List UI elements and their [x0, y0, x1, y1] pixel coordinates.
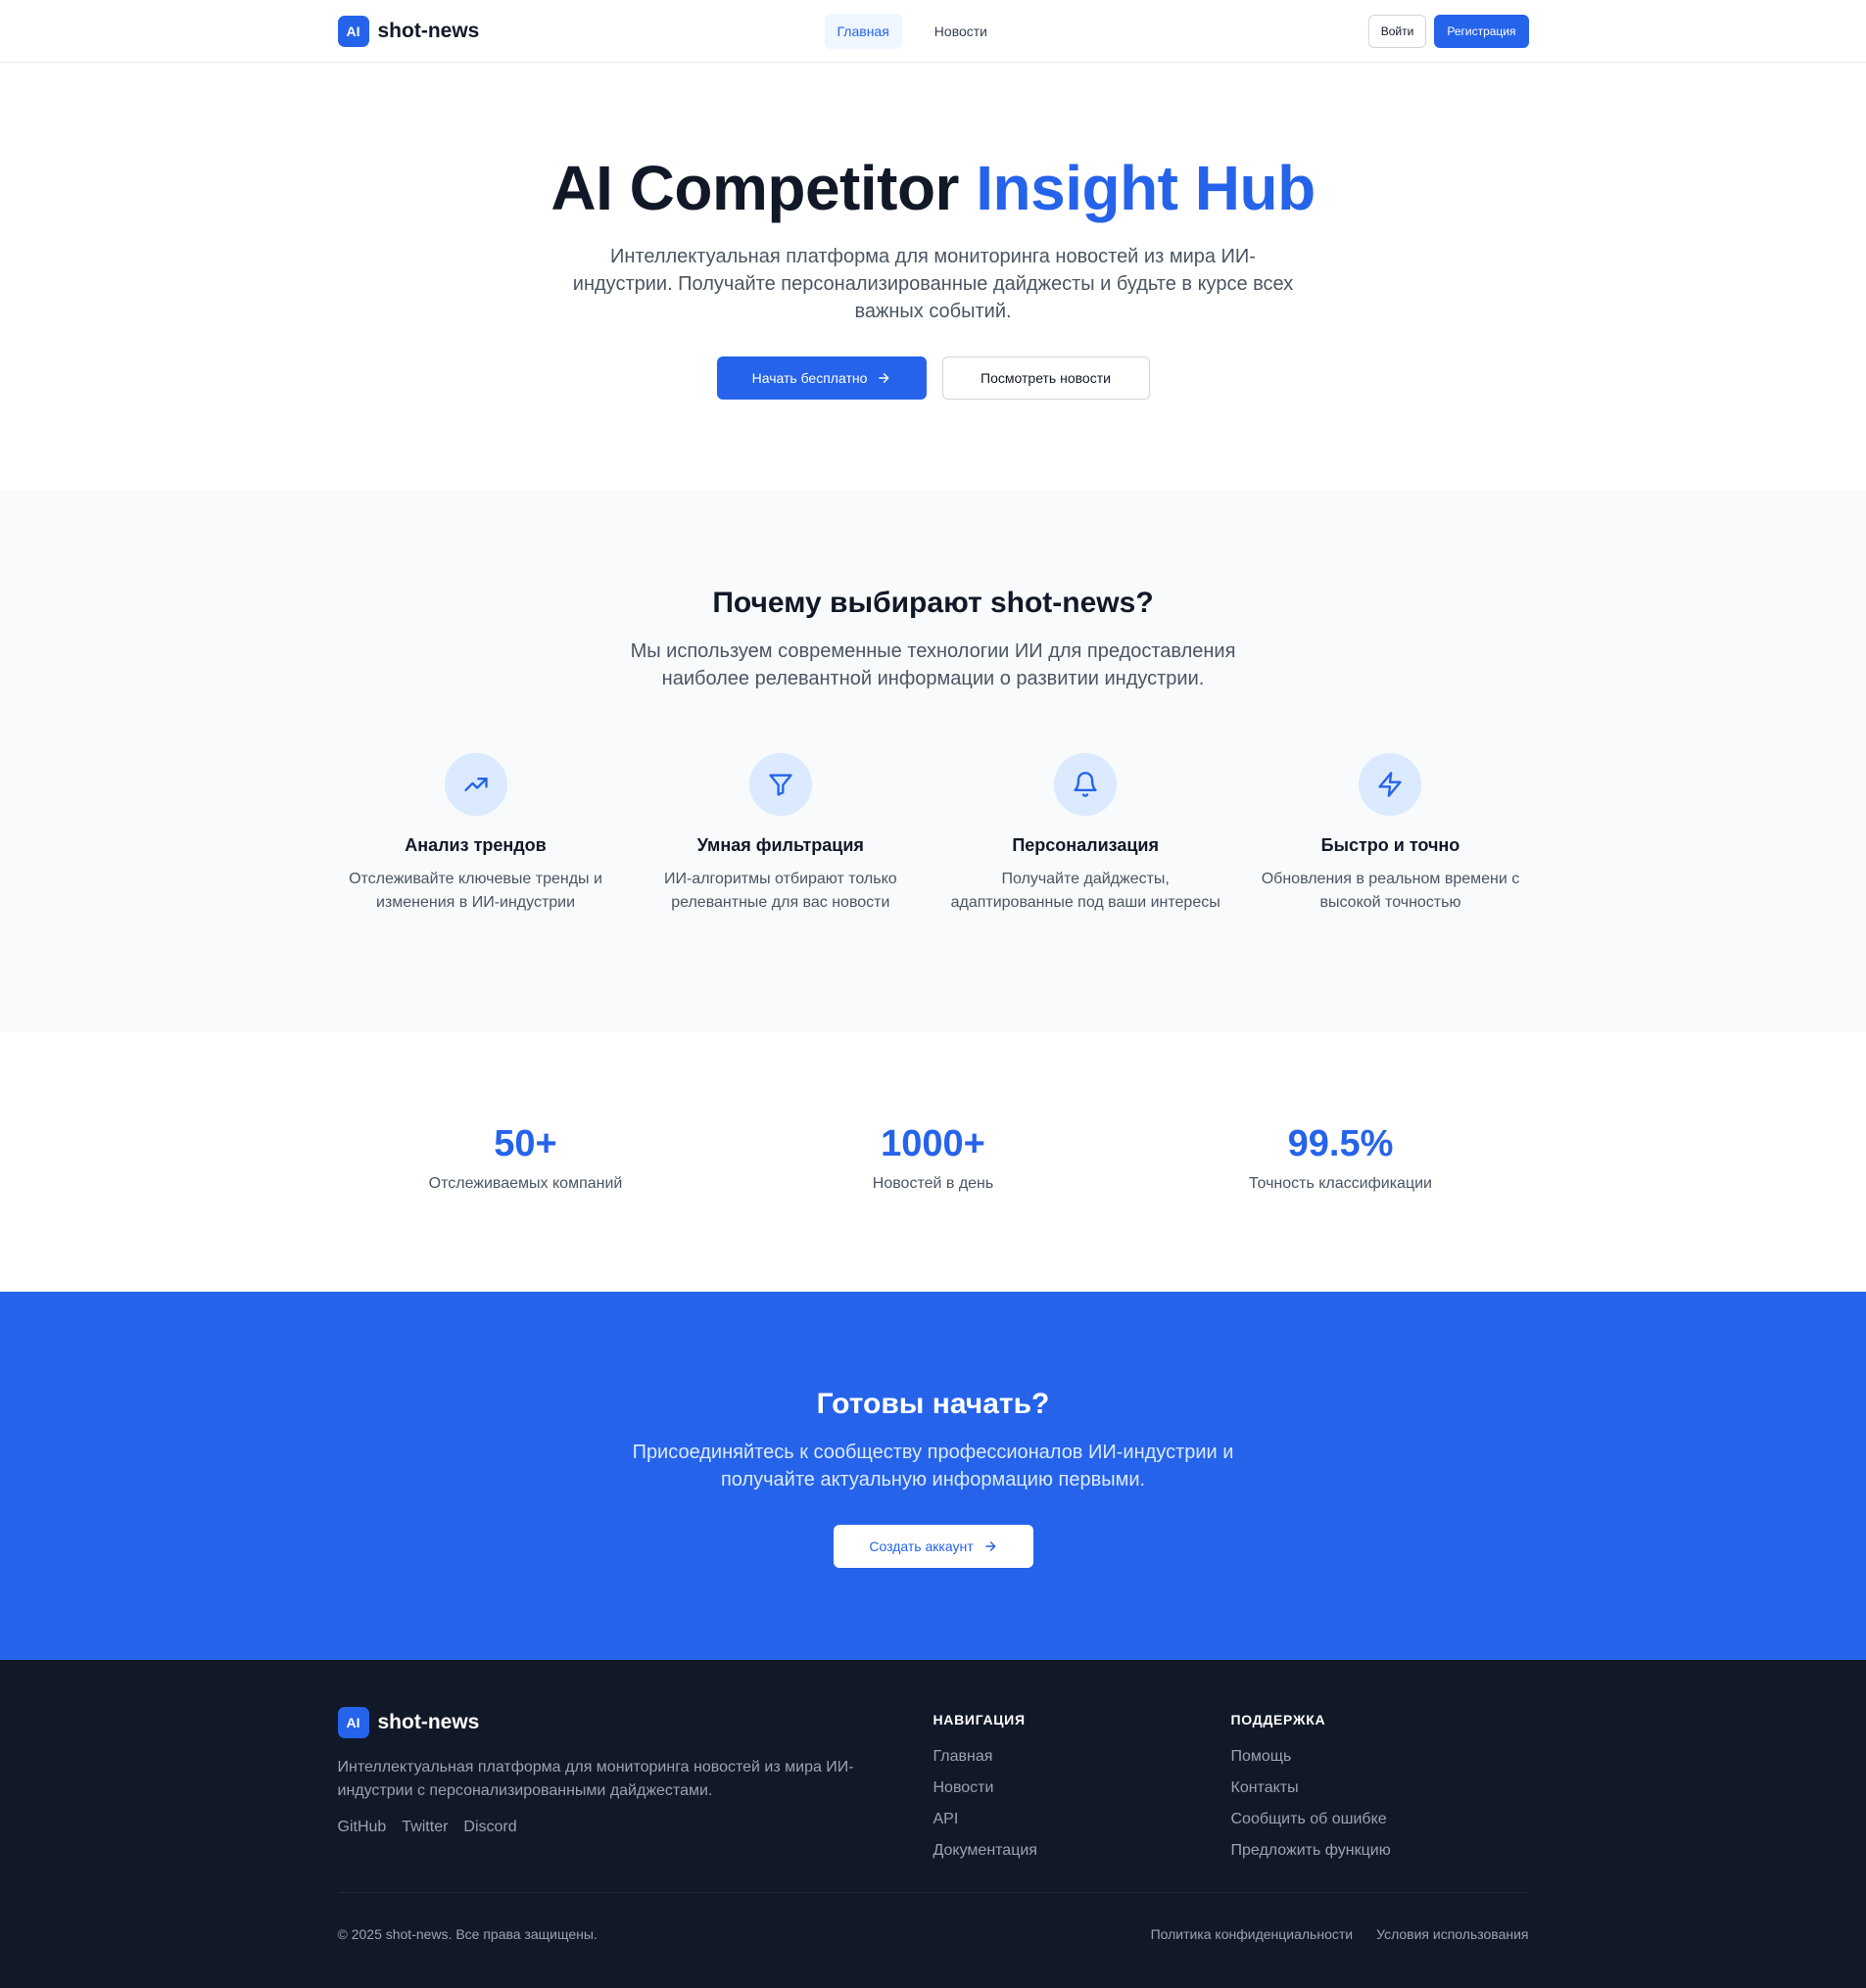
feature-card: Анализ трендов Отслеживайте ключевые тре…	[338, 753, 614, 915]
nav-item-news[interactable]: Новости	[922, 14, 1000, 49]
arrow-right-icon	[984, 1541, 996, 1551]
stat-value: 1000+	[881, 1123, 985, 1164]
footer-bottom: © 2025 shot-news. Все права защищены. По…	[337, 1892, 1529, 1947]
privacy-policy-link[interactable]: Политика конфиденциальности	[1151, 1926, 1354, 1942]
hero-description: Интеллектуальная платформа для мониторин…	[572, 246, 1294, 322]
hero-title-accent: Insight Hub	[976, 153, 1316, 223]
feature-title: Быстро и точно	[1320, 835, 1460, 855]
features-title: Почему выбирают shot-news?	[712, 587, 1154, 619]
discord-link[interactable]: Discord	[463, 1819, 516, 1836]
stat-item: 1000+ Новостей в день	[745, 1123, 1122, 1193]
hero-section: AI Competitor Insight Hub Интеллектуальн…	[0, 63, 1866, 491]
feature-card: Быстро и точно Обновления в реальном вре…	[1252, 753, 1528, 915]
features-subtitle: Мы используем современные технологии ИИ …	[630, 640, 1236, 689]
stat-item: 99.5% Точность классификации	[1153, 1123, 1529, 1193]
legal-links: Политика конфиденциальности Условия испо…	[1151, 1926, 1529, 1942]
footer-support-column: Поддержка Помощь Контакты Сообщить об ош…	[1231, 1707, 1529, 1892]
features-grid: Анализ трендов Отслеживайте ключевые тре…	[338, 753, 1529, 915]
create-account-label: Создать аккаунт	[869, 1538, 974, 1554]
login-button[interactable]: Войти	[1367, 14, 1427, 48]
footer-link-contacts[interactable]: Контакты	[1231, 1779, 1299, 1796]
cta-text: Присоединяйтесь к сообществу профессиона…	[632, 1442, 1234, 1491]
feature-title: Умная фильтрация	[696, 835, 864, 855]
cta-section: Готовы начать? Присоединяйтесь к сообщес…	[0, 1292, 1866, 1660]
logo-text: shot-news	[377, 19, 480, 42]
hero-title-main: AI Competitor	[550, 153, 959, 223]
site-header: AI shot-news Главная Новости Войти Регис…	[0, 0, 1866, 63]
hero-title: AI Competitor Insight Hub	[0, 157, 1866, 219]
footer-link-docs[interactable]: Документация	[933, 1842, 1037, 1859]
terms-of-use-link[interactable]: Условия использования	[1376, 1926, 1528, 1942]
hero-buttons: Начать бесплатно Посмотреть новости	[0, 356, 1866, 400]
register-button[interactable]: Регистрация	[1434, 14, 1529, 48]
footer-link-suggest-feature[interactable]: Предложить функцию	[1231, 1842, 1391, 1859]
stat-label: Точность классификации	[1249, 1175, 1432, 1192]
footer-link-home[interactable]: Главная	[933, 1748, 993, 1765]
nav-item-home[interactable]: Главная	[824, 14, 902, 49]
footer-nav-column: Навигация Главная Новости API Документац…	[933, 1707, 1231, 1892]
footer-support-title: Поддержка	[1230, 1712, 1326, 1728]
stat-value: 50+	[494, 1123, 557, 1164]
stat-item: 50+ Отслеживаемых компаний	[338, 1123, 714, 1193]
copyright: © 2025 shot-news. Все права защищены.	[337, 1925, 598, 1942]
footer-nav-title: Навигация	[933, 1712, 1026, 1728]
footer-brand: AI shot-news Интеллектуальная платформа …	[337, 1707, 933, 1892]
start-free-label: Начать бесплатно	[751, 370, 868, 386]
stat-value: 99.5%	[1287, 1123, 1394, 1164]
logo[interactable]: AI shot-news	[337, 15, 480, 47]
auth-buttons: Войти Регистрация	[1367, 14, 1529, 48]
feature-title: Анализ трендов	[405, 835, 547, 855]
feature-title: Персонализация	[1012, 835, 1159, 855]
logo-text: shot-news	[377, 1711, 480, 1733]
footer-description: Интеллектуальная платформа для мониторин…	[337, 1759, 854, 1799]
create-account-button[interactable]: Создать аккаунт	[833, 1525, 1033, 1568]
view-news-button[interactable]: Посмотреть новости	[941, 356, 1150, 400]
logo-badge: AI	[337, 1707, 369, 1738]
trending-up-icon	[444, 753, 507, 816]
footer-link-help[interactable]: Помощь	[1231, 1748, 1292, 1765]
lightning-icon	[1359, 753, 1422, 816]
feature-card: Персонализация Получайте дайджесты, адап…	[947, 753, 1223, 915]
footer-link-report-bug[interactable]: Сообщить об ошибке	[1231, 1811, 1387, 1827]
feature-text: Получайте дайджесты, адаптированные под …	[950, 871, 1220, 911]
cta-title: Готовы начать?	[816, 1388, 1050, 1420]
twitter-link[interactable]: Twitter	[402, 1819, 448, 1836]
arrow-right-icon	[879, 373, 889, 383]
stat-label: Отслеживаемых компаний	[428, 1175, 623, 1192]
feature-text: ИИ-алгоритмы отбирают только релевантные…	[663, 871, 897, 911]
feature-text: Обновления в реальном времени с высокой …	[1261, 871, 1520, 911]
site-footer: AI shot-news Интеллектуальная платформа …	[0, 1660, 1866, 1988]
filter-icon	[748, 753, 812, 816]
stat-label: Новостей в день	[872, 1175, 994, 1192]
logo-badge: AI	[337, 15, 369, 47]
start-free-button[interactable]: Начать бесплатно	[716, 356, 927, 400]
social-links: GitHub Twitter Discord	[338, 1819, 933, 1836]
feature-card: Умная фильтрация ИИ-алгоритмы отбирают т…	[643, 753, 919, 915]
features-section: Почему выбирают shot-news? Мы используем…	[0, 491, 1866, 1032]
footer-link-news[interactable]: Новости	[933, 1779, 994, 1796]
main-nav: Главная Новости	[824, 14, 1001, 49]
footer-link-api[interactable]: API	[933, 1811, 959, 1827]
github-link[interactable]: GitHub	[338, 1819, 387, 1836]
feature-text: Отслеживайте ключевые тренды и изменения…	[349, 871, 602, 911]
bell-icon	[1054, 753, 1118, 816]
stats-section: 50+ Отслеживаемых компаний 1000+ Новосте…	[0, 1032, 1866, 1292]
footer-logo[interactable]: AI shot-news	[337, 1707, 933, 1738]
